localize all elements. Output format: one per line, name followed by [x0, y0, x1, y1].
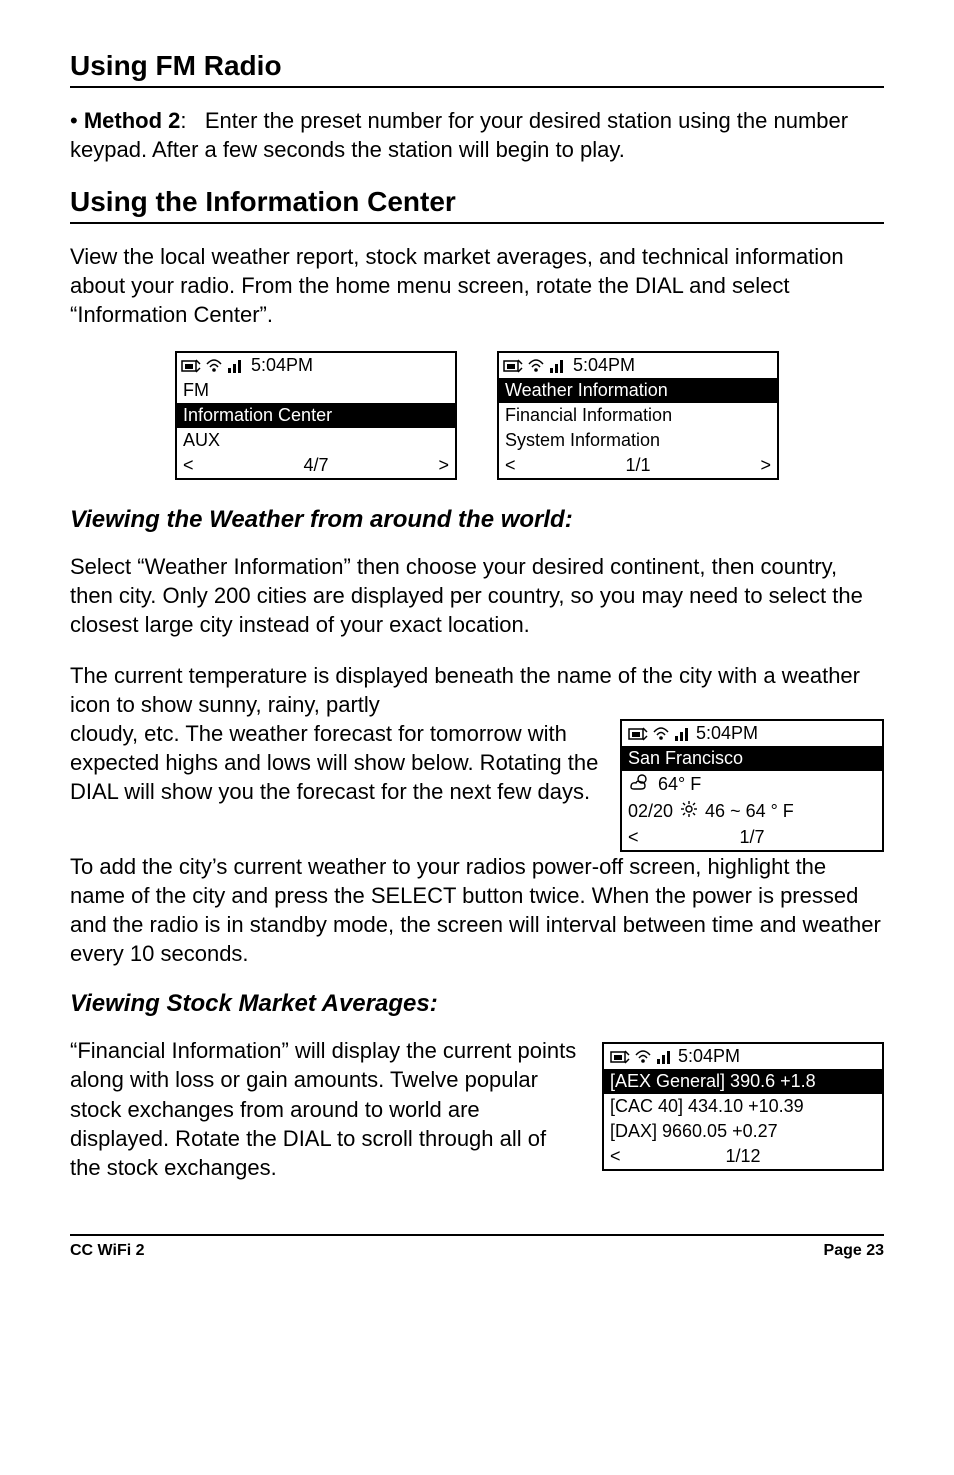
wifi-icon	[634, 1049, 652, 1065]
screen-weather: 5:04PM San Francisco 64° F 02/20 46 ~ 64…	[620, 719, 884, 852]
signal-icon	[227, 358, 245, 374]
divider	[70, 86, 884, 88]
signal-icon	[674, 726, 692, 742]
stock-row-cac[interactable]: [CAC 40] 434.10 +10.39	[604, 1094, 882, 1119]
sunny-icon	[679, 800, 699, 823]
paragraph-info-intro: View the local weather report, stock mar…	[70, 242, 884, 329]
weather-forecast: 02/20 46 ~ 64 ° F	[622, 798, 882, 825]
pager-pos: 1/7	[702, 827, 801, 848]
status-bar: 5:04PM	[177, 353, 455, 378]
screen-info-menu: 5:04PM Weather Information Financial Inf…	[497, 351, 779, 480]
clock-text: 5:04PM	[696, 723, 758, 744]
wifi-icon	[205, 358, 223, 374]
menu-item-weather-info[interactable]: Weather Information	[499, 378, 777, 403]
paragraph-weather-2b: cloudy, etc. The weather forecast for to…	[70, 719, 600, 806]
pager-pos: 4/7	[303, 455, 328, 476]
page-footer: CC WiFi 2 Page 23	[70, 1234, 884, 1260]
pager-next[interactable]: >	[760, 455, 771, 476]
stock-row-dax[interactable]: [DAX] 9660.05 +0.27	[604, 1119, 882, 1144]
pager: < 1/7	[622, 825, 882, 850]
signal-icon	[549, 358, 567, 374]
pager: < 4/7 >	[177, 453, 455, 478]
wifi-icon	[527, 358, 545, 374]
menu-item-fm[interactable]: FM	[177, 378, 455, 403]
subheading-weather: Viewing the Weather from around the worl…	[70, 506, 884, 534]
weather-city[interactable]: San Francisco	[622, 746, 882, 771]
screen-stock: 5:04PM [AEX General] 390.6 +1.8 [CAC 40]…	[602, 1042, 884, 1171]
pager: < 1/1 >	[499, 453, 777, 478]
paragraph-weather-1: Select “Weather Information” then choose…	[70, 552, 884, 639]
pager: < 1/12	[604, 1144, 882, 1169]
menu-item-aux[interactable]: AUX	[177, 428, 455, 453]
forecast-date: 02/20	[628, 801, 673, 822]
clock-text: 5:04PM	[573, 355, 635, 376]
paragraph-method2: • Method 2: Enter the preset number for …	[70, 106, 884, 164]
pager-prev[interactable]: <	[183, 455, 194, 476]
pager-pos: 1/12	[690, 1146, 796, 1167]
weather-current: 64° F	[622, 771, 882, 798]
screen-main-menu: 5:04PM FM Information Center AUX < 4/7 >	[175, 351, 457, 480]
weather-temp: 64° F	[658, 774, 701, 795]
ethernet-icon	[181, 358, 201, 374]
footer-product: CC WiFi 2	[70, 1242, 145, 1260]
ethernet-icon	[628, 726, 648, 742]
footer-page: Page 23	[824, 1242, 884, 1260]
signal-icon	[656, 1049, 674, 1065]
subheading-stock: Viewing Stock Market Averages:	[70, 990, 884, 1018]
pager-prev[interactable]: <	[610, 1146, 690, 1167]
wifi-icon	[652, 726, 670, 742]
menu-item-financial-info[interactable]: Financial Information	[499, 403, 777, 428]
partly-cloudy-icon	[628, 773, 652, 796]
ethernet-icon	[503, 358, 523, 374]
forecast-range: 46 ~ 64 ° F	[705, 801, 794, 822]
status-bar: 5:04PM	[604, 1044, 882, 1069]
divider	[70, 222, 884, 224]
clock-text: 5:04PM	[251, 355, 313, 376]
clock-text: 5:04PM	[678, 1046, 740, 1067]
ethernet-icon	[610, 1049, 630, 1065]
paragraph-weather-3: To add the city’s current weather to you…	[70, 852, 884, 968]
status-bar: 5:04PM	[499, 353, 777, 378]
status-bar: 5:04PM	[622, 721, 882, 746]
pager-next[interactable]: >	[438, 455, 449, 476]
menu-item-system-info[interactable]: System Information	[499, 428, 777, 453]
pager-prev[interactable]: <	[505, 455, 516, 476]
stock-row-aex[interactable]: [AEX General] 390.6 +1.8	[604, 1069, 882, 1094]
paragraph-weather-2a: The current temperature is displayed ben…	[70, 661, 884, 719]
pager-pos: 1/1	[625, 455, 650, 476]
heading-fm-radio: Using FM Radio	[70, 50, 884, 82]
heading-info-center: Using the Information Center	[70, 186, 884, 218]
paragraph-stock-1: “Financial Information” will display the…	[70, 1036, 582, 1181]
menu-item-info-center[interactable]: Information Center	[177, 403, 455, 428]
method2-label: Method 2	[84, 108, 181, 133]
pager-prev[interactable]: <	[628, 827, 702, 848]
